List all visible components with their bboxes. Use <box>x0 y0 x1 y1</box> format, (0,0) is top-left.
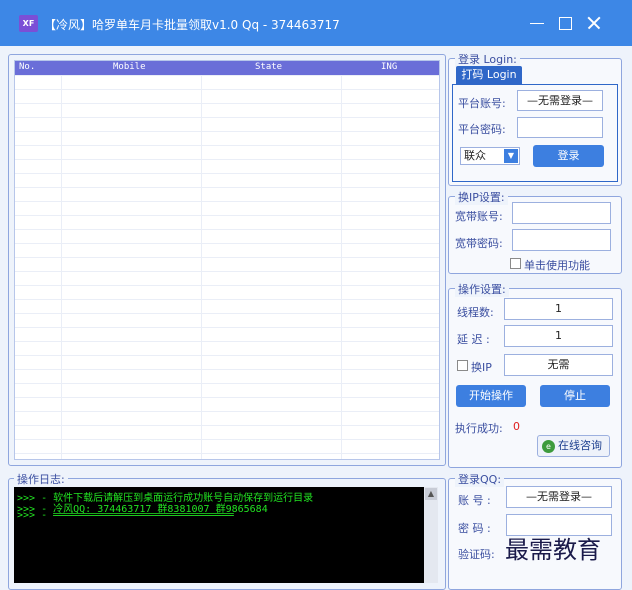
grid-header: No. Mobile State ING <box>15 61 439 75</box>
log-legend: 操作日志: <box>14 471 68 487</box>
maximize-icon[interactable] <box>554 12 576 34</box>
threads-label: 线程数: <box>457 306 494 319</box>
captcha-label: 验证码: <box>458 548 495 561</box>
log-scrollbar[interactable]: ▲ <box>424 487 438 583</box>
platform-password-label: 平台密码: <box>458 123 506 136</box>
login-legend: 登录 Login: <box>455 51 520 67</box>
switch-ip-field[interactable]: 无需 <box>504 354 613 376</box>
qq-login-legend: 登录QQ: <box>455 471 505 487</box>
platform-account-field[interactable]: —无需登录— <box>517 90 603 111</box>
column-header-ing[interactable]: ING <box>381 62 397 72</box>
platform-password-field[interactable] <box>517 117 603 138</box>
provider-value: 联众 <box>464 149 486 162</box>
close-icon[interactable] <box>583 12 605 34</box>
broadband-account-label: 宽带账号: <box>455 210 503 223</box>
log-group: >>> - 软件下载后请解压到桌面运行成功账号自动保存到运行目录 >>> - 冷… <box>8 478 446 590</box>
qq-account-field[interactable]: —无需登录— <box>506 486 612 508</box>
delay-field[interactable]: 1 <box>504 325 613 347</box>
operation-settings-legend: 操作设置: <box>455 281 509 297</box>
provider-select[interactable]: 联众 ▼ <box>460 147 520 165</box>
stop-button[interactable]: 停止 <box>540 385 610 407</box>
column-header-mobile[interactable]: Mobile <box>113 62 146 72</box>
consult-button-label: 在线咨询 <box>558 439 602 452</box>
broadband-password-field[interactable] <box>512 229 611 251</box>
tab-captcha-login[interactable]: 打码 Login <box>456 66 522 84</box>
consult-button[interactable]: e 在线咨询 <box>537 435 610 457</box>
app-icon: XF <box>19 15 38 32</box>
window-title: 【冷风】哈罗单车月卡批量领取v1.0 Qq - 374463717 <box>44 18 340 32</box>
minimize-icon[interactable] <box>526 12 548 34</box>
success-count-value: 0 <box>513 420 520 433</box>
success-count-label: 执行成功: <box>455 422 503 435</box>
platform-account-label: 平台账号: <box>458 97 506 110</box>
scroll-up-icon[interactable]: ▲ <box>425 488 437 500</box>
switch-ip-label: 换IP <box>471 361 492 374</box>
qq-password-label: 密 码 : <box>458 522 491 535</box>
broadband-password-label: 宽带密码: <box>455 237 503 250</box>
login-button[interactable]: 登录 <box>533 145 604 167</box>
log-line: >>> - ══════════════════════════════ <box>17 510 234 521</box>
ip-settings-legend: 换IP设置: <box>455 189 508 205</box>
log-console[interactable]: >>> - 软件下载后请解压到桌面运行成功账号自动保存到运行目录 >>> - 冷… <box>14 487 438 583</box>
qq-account-label: 账 号 : <box>458 494 491 507</box>
start-button[interactable]: 开始操作 <box>456 385 526 407</box>
watermark: 最需教育 <box>505 536 601 564</box>
threads-field[interactable]: 1 <box>504 298 613 320</box>
use-function-checkbox[interactable] <box>510 258 521 269</box>
column-header-no[interactable]: No. <box>19 62 35 72</box>
grid-body <box>15 75 439 459</box>
chevron-down-icon[interactable]: ▼ <box>504 149 518 163</box>
broadband-account-field[interactable] <box>512 202 611 224</box>
delay-label: 延 迟 : <box>457 333 490 346</box>
column-header-state[interactable]: State <box>255 62 282 72</box>
account-grid[interactable]: No. Mobile State ING <box>14 60 440 460</box>
title-bar: XF 【冷风】哈罗单车月卡批量领取v1.0 Qq - 374463717 <box>0 0 632 46</box>
switch-ip-checkbox[interactable] <box>457 360 468 371</box>
chat-icon: e <box>542 440 555 453</box>
use-function-label: 单击使用功能 <box>524 259 590 272</box>
account-grid-frame: No. Mobile State ING <box>8 54 446 466</box>
